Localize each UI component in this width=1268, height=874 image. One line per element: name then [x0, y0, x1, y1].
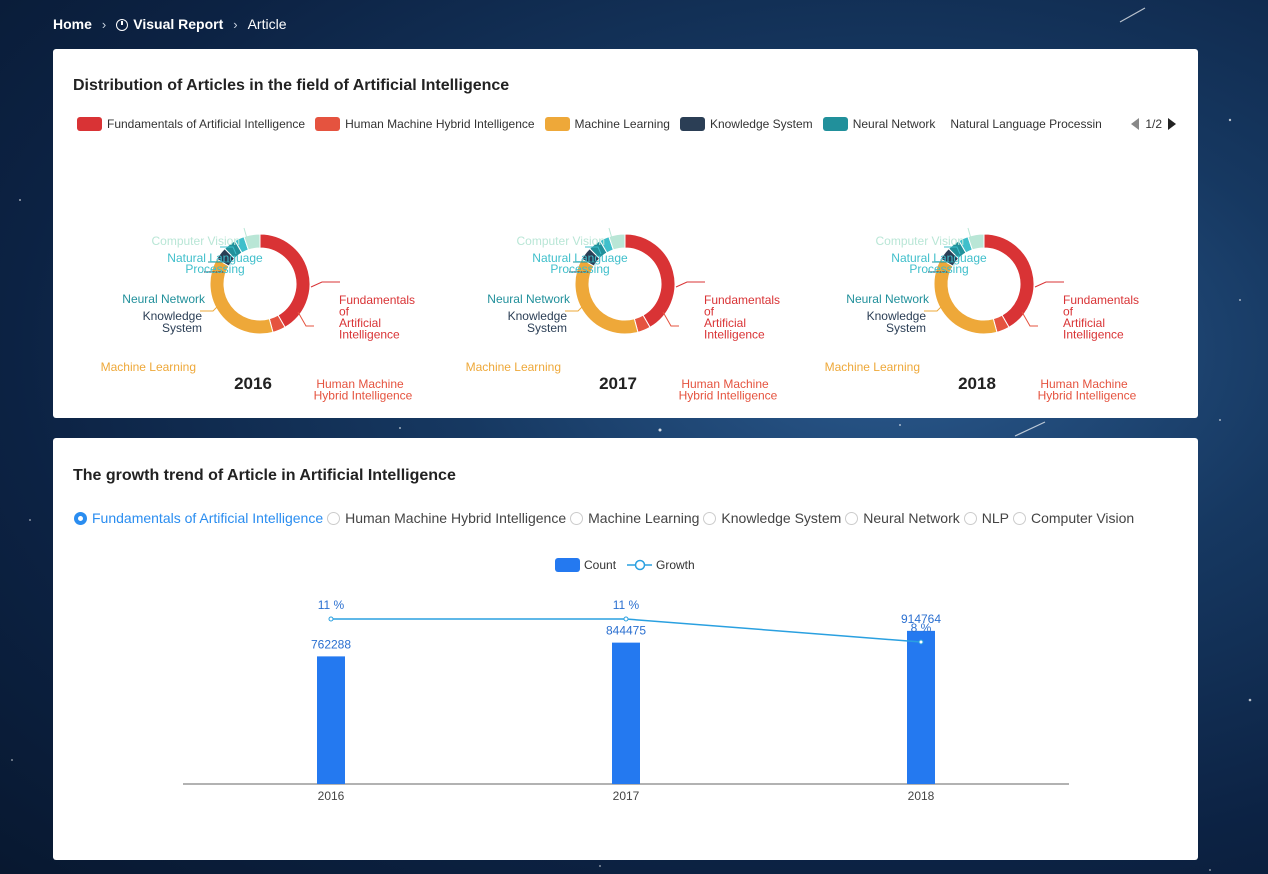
growth-point[interactable] — [623, 616, 629, 622]
legend-count-label: Count — [584, 558, 617, 572]
legend-count-swatch[interactable] — [555, 558, 580, 572]
label-fundamentals: Fundamentals — [339, 293, 415, 307]
label-ml: Machine Learning — [825, 360, 920, 374]
label-neural: Neural Network — [122, 292, 206, 306]
growth-point[interactable] — [918, 639, 924, 645]
label-fundamentals: Intelligence — [1063, 328, 1124, 342]
x-tick-label: 2016 — [318, 789, 345, 803]
x-tick-label: 2018 — [908, 789, 935, 803]
label-leader-line — [1034, 281, 1064, 288]
donut-year-label: 2017 — [599, 374, 637, 393]
bar-value-label: 844475 — [606, 624, 646, 638]
label-neural: Neural Network — [846, 292, 930, 306]
label-neural: Neural Network — [487, 292, 571, 306]
label-ml: Machine Learning — [101, 360, 196, 374]
donut-chart-2016: Computer VisionNatural LanguageProcessin… — [101, 227, 415, 403]
donut-year-label: 2018 — [958, 374, 996, 393]
label-hmhi: Hybrid Intelligence — [314, 389, 413, 403]
donut-slice[interactable] — [259, 233, 311, 328]
bar-count[interactable] — [612, 642, 640, 784]
label-cv: Computer Vision — [152, 234, 241, 248]
bar-value-label: 762288 — [311, 637, 351, 651]
legend-growth-label: Growth — [656, 558, 695, 572]
donut-year-label: 2016 — [234, 374, 272, 393]
label-leader-line — [675, 281, 705, 288]
label-fundamentals: Fundamentals — [1063, 293, 1139, 307]
clock-icon — [116, 19, 129, 31]
label-fundamentals: Fundamentals — [704, 293, 780, 307]
trend-legend: Count Growth — [555, 558, 695, 572]
label-knowledge-2: System — [162, 321, 202, 335]
label-fundamentals: Intelligence — [704, 328, 765, 342]
trend-panel: The growth trend of Article in Artificia… — [53, 438, 1198, 860]
growth-value-label: 8 % — [911, 621, 932, 635]
label-hmhi: Hybrid Intelligence — [679, 389, 778, 403]
breadcrumb-visual-report[interactable]: Visual Report — [133, 16, 223, 32]
chevron-right-icon: › — [233, 16, 238, 32]
label-nlp-2: Processing — [909, 262, 968, 276]
growth-value-label: 11 % — [613, 598, 640, 612]
donut-charts: Computer VisionNatural LanguageProcessin… — [101, 227, 1139, 403]
legend-growth-marker[interactable] — [634, 559, 646, 571]
label-hmhi: Hybrid Intelligence — [1038, 389, 1137, 403]
label-nlp-2: Processing — [550, 262, 609, 276]
label-leader-line — [310, 281, 340, 288]
chevron-right-icon: › — [101, 16, 107, 32]
bar-count[interactable] — [907, 630, 935, 784]
x-tick-label: 2017 — [613, 789, 640, 803]
label-cv: Computer Vision — [876, 234, 965, 248]
growth-value-label: 11 % — [318, 598, 345, 612]
breadcrumb: Home › Visual Report › Article — [53, 14, 287, 34]
donut-chart-2018: Computer VisionNatural LanguageProcessin… — [825, 227, 1139, 403]
donut-chart-2017: Computer VisionNatural LanguageProcessin… — [466, 227, 780, 403]
breadcrumb-current: Article — [247, 16, 287, 32]
growth-point[interactable] — [328, 616, 334, 622]
label-knowledge-2: System — [527, 321, 567, 335]
label-nlp-2: Processing — [185, 262, 244, 276]
label-ml: Machine Learning — [466, 360, 561, 374]
donut-slice[interactable] — [983, 233, 1035, 328]
label-knowledge-2: System — [886, 321, 926, 335]
label-fundamentals: Intelligence — [339, 328, 400, 342]
breadcrumb-home[interactable]: Home — [53, 16, 92, 32]
bar-count[interactable] — [317, 656, 345, 784]
donut-slice[interactable] — [624, 233, 676, 328]
trend-chart: Count Growth76228820168444752017914764201… — [183, 558, 1069, 803]
label-cv: Computer Vision — [517, 234, 606, 248]
distribution-panel: Distribution of Articles in the field of… — [53, 49, 1198, 418]
